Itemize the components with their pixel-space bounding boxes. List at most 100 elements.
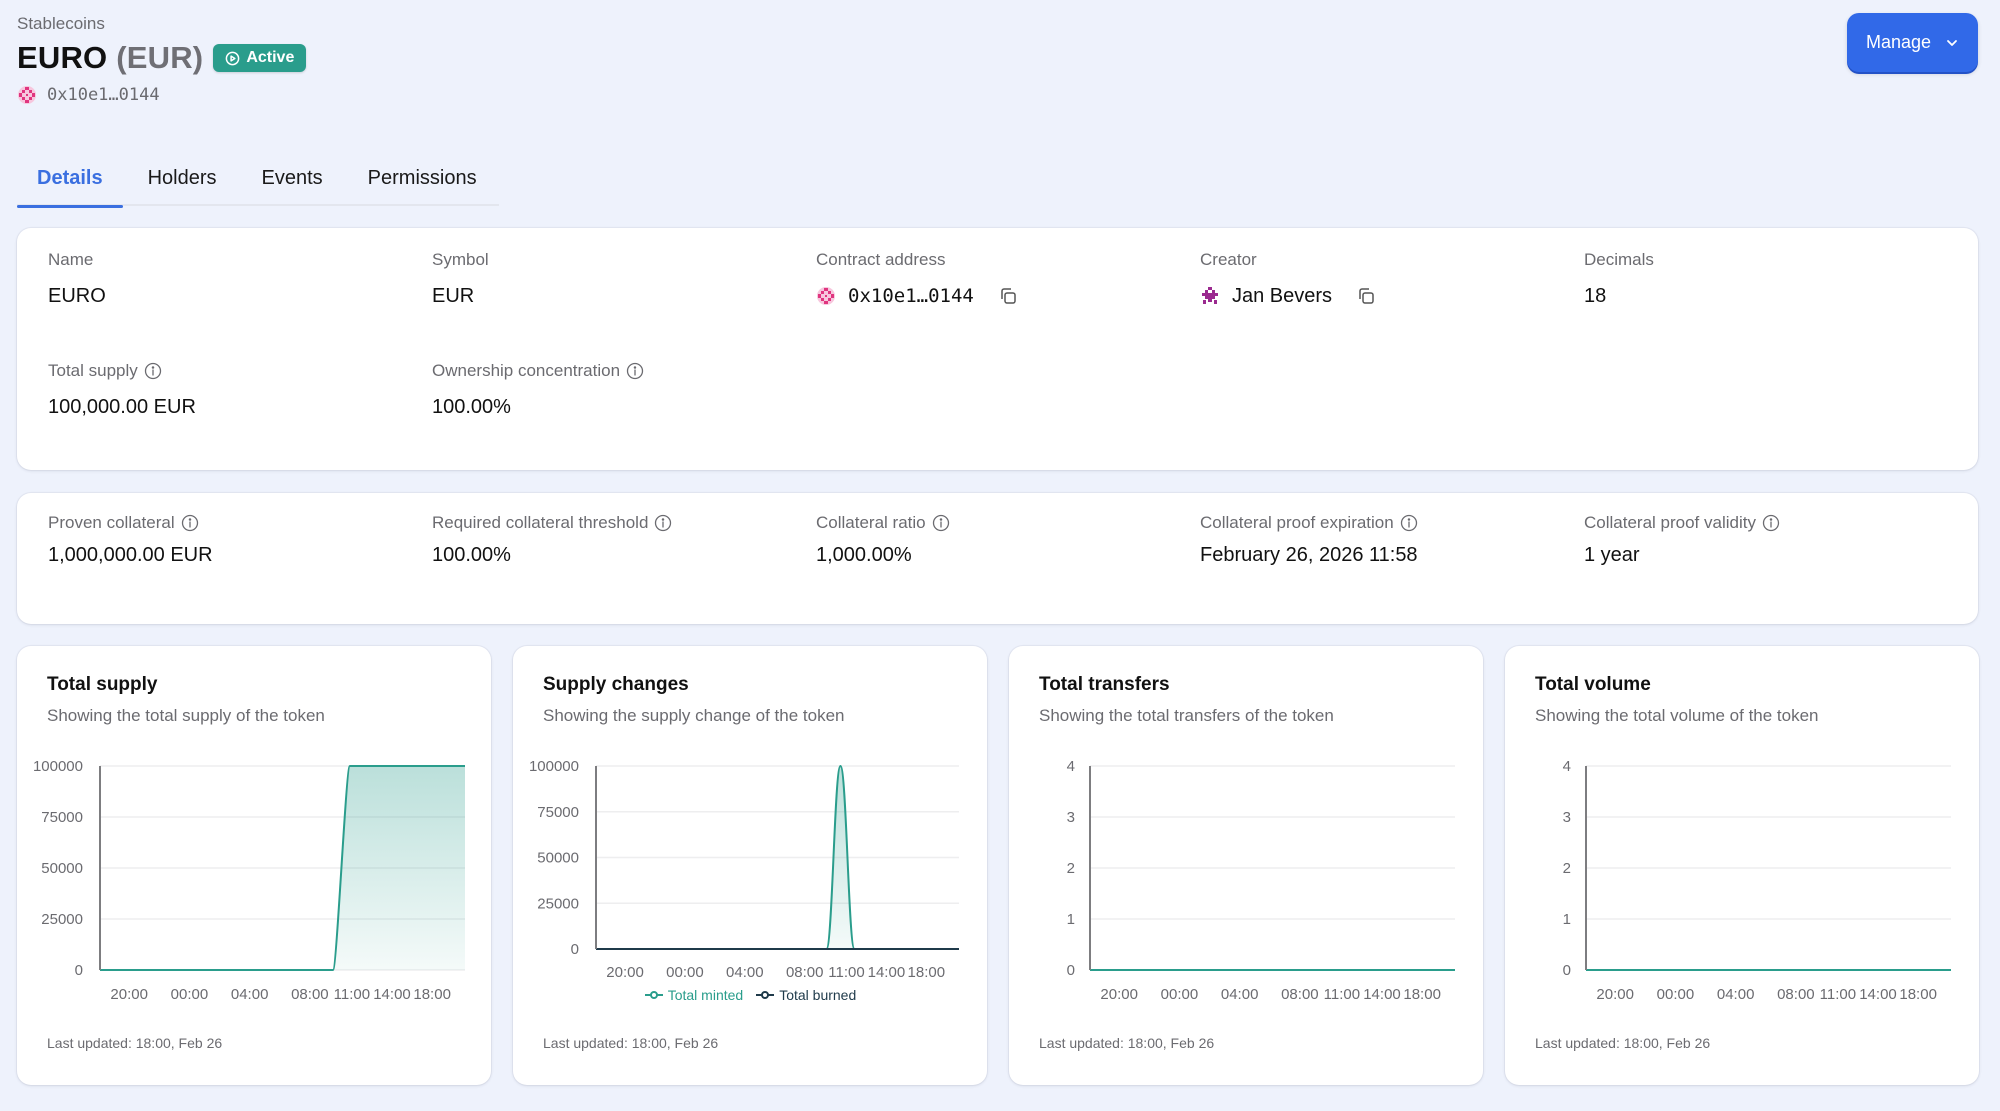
field-value: EURO xyxy=(48,284,106,307)
copy-icon[interactable] xyxy=(1356,286,1376,306)
field-proven-collateral: Proven collateral 1,000,000.00 EUR xyxy=(48,512,213,568)
chart-footer: Last updated: 18:00, Feb 26 xyxy=(1039,1035,1215,1051)
y-tick-label: 0 xyxy=(571,941,579,958)
x-tick-label: 11:00 xyxy=(1820,986,1856,1003)
legend-minted-icon xyxy=(644,991,663,999)
legend-burned-icon xyxy=(756,991,775,999)
manage-button[interactable]: Manage xyxy=(1847,13,1978,72)
x-tick-label: 04:00 xyxy=(1221,986,1259,1003)
field-value: 100.00% xyxy=(432,395,511,418)
tab-holders[interactable]: Holders xyxy=(128,156,237,206)
y-tick-label: 25000 xyxy=(537,895,579,912)
copy-icon[interactable] xyxy=(998,286,1018,306)
chart-total-transfers: 0 1 2 3 4 20:00 00:00 04:00 08:00 11:00 14:00 18:00 xyxy=(1067,758,1455,1003)
field-value: 1 year xyxy=(1584,543,1640,566)
manage-button-label: Manage xyxy=(1865,32,1932,52)
info-icon[interactable] xyxy=(626,362,644,380)
field-value: 18 xyxy=(1584,284,1607,307)
x-tick-label: 18:00 xyxy=(908,964,946,981)
x-tick-label: 14:00 xyxy=(1859,986,1897,1003)
legend-label: Total minted xyxy=(667,987,744,1003)
field-total-supply: Total supply 100,000.00 EUR xyxy=(48,360,196,420)
x-tick-label: 04:00 xyxy=(231,986,269,1003)
chart-card-total-transfers: 0 1 2 3 4 20:00 00:00 04:00 08:00 11:00 14:00 18:00… xyxy=(1009,646,1483,1085)
info-icon[interactable] xyxy=(181,514,199,532)
info-icon[interactable] xyxy=(1400,514,1418,532)
y-tick-label: 2 xyxy=(1563,860,1571,877)
y-tick-label: 0 xyxy=(1067,962,1075,979)
field-value: 1,000,000.00 EUR xyxy=(48,543,213,566)
chart-subtitle: Showing the supply change of the token xyxy=(543,706,845,725)
tab-permissions[interactable]: Permissions xyxy=(348,156,497,206)
chevron-down-icon xyxy=(1947,39,1957,46)
field-label-text: Collateral proof expiration xyxy=(1200,513,1394,532)
play-circle-icon xyxy=(225,51,240,65)
tab-bar: Details Holders Events Permissions xyxy=(17,156,499,208)
chart-card-total-supply: 0 25000 50000 75000 100000 20:00 00:00 04:00 08:… xyxy=(17,646,491,1085)
legend-label: Total burned xyxy=(779,987,857,1003)
field-label: Ownership concentration xyxy=(432,360,644,382)
tab-details[interactable]: Details xyxy=(17,156,123,208)
field-label-text: Collateral ratio xyxy=(816,513,926,532)
field-label: Collateral ratio xyxy=(816,512,950,534)
field-label: Total supply xyxy=(48,360,196,382)
chart-title: Total volume xyxy=(1535,674,1651,695)
collateral-card: Proven collateral 1,000,000.00 EUR Requi… xyxy=(17,493,1978,624)
y-tick-label: 3 xyxy=(1067,809,1075,826)
legend-item-minted[interactable]: Total minted xyxy=(644,987,743,1003)
x-tick-label: 04:00 xyxy=(726,964,764,981)
chart-title: Supply changes xyxy=(543,674,689,695)
chart-subtitle: Showing the total volume of the token xyxy=(1535,706,1819,725)
field-symbol: Symbol EUR xyxy=(432,249,489,309)
chart-footer: Last updated: 18:00, Feb 26 xyxy=(1535,1035,1711,1051)
info-icon[interactable] xyxy=(932,514,950,532)
y-tick-label: 0 xyxy=(75,962,83,979)
x-tick-label: 20:00 xyxy=(1596,986,1634,1003)
y-tick-label: 100000 xyxy=(33,758,83,775)
field-proof-expiration: Collateral proof expiration February 26,… xyxy=(1200,512,1418,568)
x-tick-label: 14:00 xyxy=(1363,986,1401,1003)
x-tick-label: 11:00 xyxy=(828,964,864,981)
y-tick-label: 3 xyxy=(1563,809,1571,826)
info-icon[interactable] xyxy=(654,514,672,532)
field-label-text: Total supply xyxy=(48,361,138,380)
tab-events[interactable]: Events xyxy=(242,156,343,206)
x-tick-label: 14:00 xyxy=(373,986,411,1003)
field-required-threshold: Required collateral threshold 100.00% xyxy=(432,512,672,568)
x-tick-label: 00:00 xyxy=(1657,986,1695,1003)
contract-avatar-icon xyxy=(817,287,835,305)
info-icon[interactable] xyxy=(1762,514,1780,532)
chart-total-supply: 0 25000 50000 75000 100000 20:00 00:00 04:00 08:… xyxy=(33,758,465,1003)
chart-subtitle: Showing the total supply of the token xyxy=(47,706,325,725)
info-icon[interactable] xyxy=(144,362,162,380)
breadcrumb[interactable]: Stablecoins xyxy=(17,14,105,34)
field-contract-address: Contract address 0x10e1…0144 xyxy=(816,249,1018,309)
field-label: Decimals xyxy=(1584,250,1654,269)
chart-supply-changes: 0 25000 50000 75000 100000 20:00 00:00 04:00 08:… xyxy=(529,758,959,981)
chart-card-total-volume: 0 1 2 3 4 20:00 00:00 04:00 08:00 11:00 14:00 18:00… xyxy=(1505,646,1979,1085)
x-tick-label: 08:00 xyxy=(786,964,824,981)
field-label: Name xyxy=(48,250,94,269)
field-value: 1,000.00% xyxy=(816,543,912,566)
chart-title: Total supply xyxy=(47,674,158,695)
header-address: 0x10e1…0144 xyxy=(17,85,160,105)
chart-legend: Total minted Total burned xyxy=(513,987,987,1003)
status-text: Active xyxy=(246,49,295,66)
field-label: Collateral proof expiration xyxy=(1200,512,1418,534)
x-tick-label: 11:00 xyxy=(1324,986,1360,1003)
field-value: Jan Bevers xyxy=(1200,283,1376,309)
y-tick-label: 50000 xyxy=(41,860,83,877)
x-tick-label: 08:00 xyxy=(1281,986,1319,1003)
chart-footer: Last updated: 18:00, Feb 26 xyxy=(47,1035,223,1051)
field-label-text: Required collateral threshold xyxy=(432,513,649,532)
field-label-text: Collateral proof validity xyxy=(1584,513,1756,532)
contract-address-text: 0x10e1…0144 xyxy=(848,285,974,307)
y-tick-label: 75000 xyxy=(41,809,83,826)
x-tick-label: 04:00 xyxy=(1717,986,1755,1003)
creator-avatar-icon xyxy=(1202,287,1218,304)
x-tick-label: 18:00 xyxy=(1899,986,1937,1003)
field-label: Creator xyxy=(1200,250,1257,269)
field-creator: Creator Jan Bevers xyxy=(1200,249,1376,309)
creator-name[interactable]: Jan Bevers xyxy=(1232,285,1332,308)
legend-item-burned[interactable]: Total burned xyxy=(755,987,856,1003)
